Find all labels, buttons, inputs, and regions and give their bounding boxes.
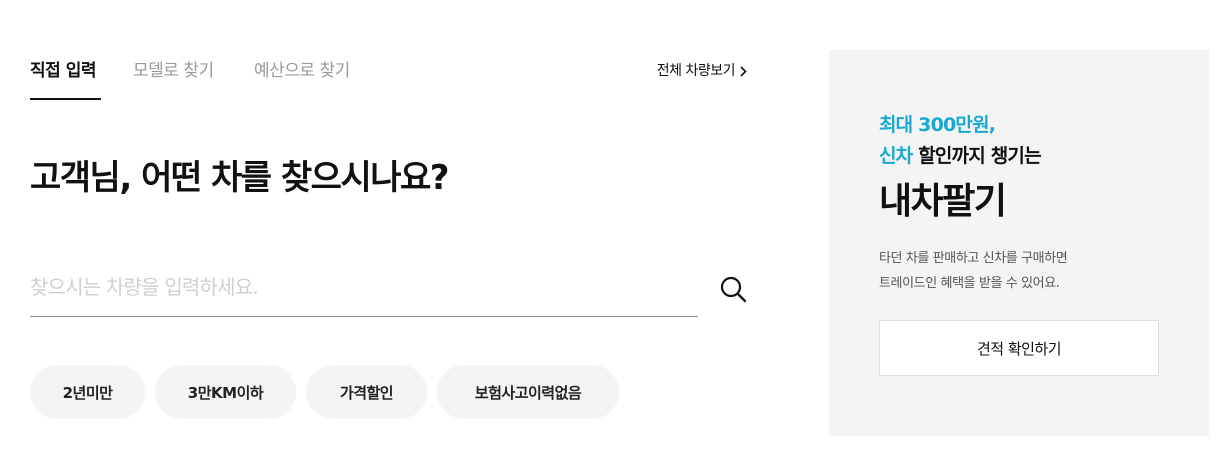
tab-find-by-budget[interactable]: 예산으로 찾기	[254, 58, 350, 84]
chip-under-30000km[interactable]: 3만KM이하	[155, 365, 296, 419]
view-all-vehicles-link[interactable]: 전체 차량보기	[657, 60, 747, 82]
search-input[interactable]	[30, 262, 690, 312]
promo-desc-line2: 트레이드인 혜택을 받을 수 있어요.	[879, 276, 1060, 291]
promo-description: 타던 차를 판매하고 신차를 구매하면 트레이드인 혜택을 받을 수 있어요.	[879, 246, 1068, 296]
promo-desc-line1: 타던 차를 판매하고 신차를 구매하면	[879, 251, 1068, 266]
chip-price-discount[interactable]: 가격할인	[306, 365, 427, 419]
view-all-label: 전체 차량보기	[656, 63, 736, 79]
trade-in-promo-panel: 최대 300만원, 신차 할인까지 챙기는 내차팔기 타던 차를 판매하고 신차…	[829, 50, 1209, 436]
search-button[interactable]	[718, 274, 748, 304]
promo-headline-line1: 최대 300만원,	[879, 114, 996, 136]
active-tab-indicator	[30, 98, 101, 100]
search-mode-tabs: 직접 입력 모델로 찾기 예산으로 찾기 전체 차량보기	[30, 58, 747, 100]
get-quote-button[interactable]: 견적 확인하기	[879, 320, 1159, 376]
page-headline: 고객님, 어떤 차를 찾으시나요?	[30, 158, 450, 198]
promo-accent-text: 신차	[879, 145, 913, 167]
tab-direct-input[interactable]: 직접 입력	[30, 58, 96, 84]
search-icon	[720, 276, 747, 303]
chip-under-2-years[interactable]: 2년미만	[30, 365, 145, 419]
search-field	[30, 262, 698, 317]
promo-title: 내차팔기	[879, 181, 1007, 222]
promo-headline-line2: 신차 할인까지 챙기는	[879, 141, 1042, 171]
chevron-right-icon	[740, 65, 747, 77]
chip-no-insurance-accident[interactable]: 보험사고이력없음	[437, 365, 619, 419]
promo-headline-rest: 할인까지 챙기는	[912, 145, 1041, 167]
tab-find-by-model[interactable]: 모델로 찾기	[133, 58, 214, 84]
